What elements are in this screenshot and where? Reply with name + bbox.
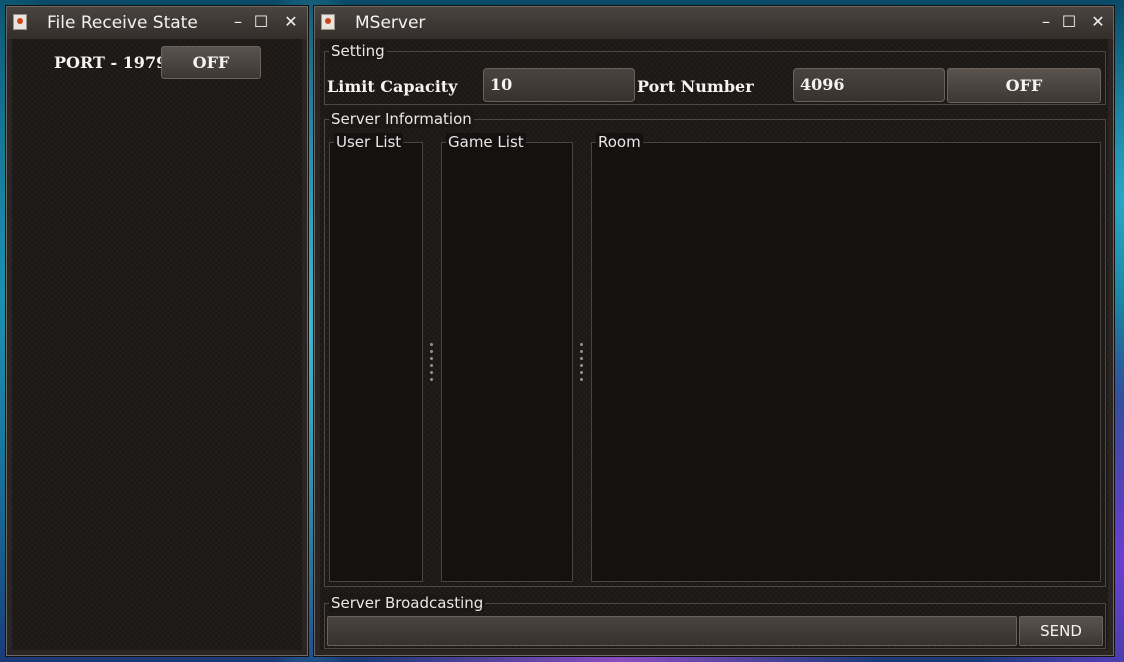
maximize-icon[interactable]: ☐	[1060, 12, 1078, 32]
port-label: PORT - 1979	[54, 53, 168, 72]
server-broadcasting-legend: Server Broadcasting	[329, 594, 486, 612]
game-list-label: Game List	[446, 133, 526, 151]
java-app-icon	[13, 14, 27, 30]
mserver-titlebar[interactable]: MServer – ☐ ✕	[315, 7, 1113, 39]
file-receive-titlebar[interactable]: File Receive State – ☐ ✕	[7, 7, 307, 39]
maximize-icon[interactable]: ☐	[252, 12, 270, 32]
port-number-input[interactable]: 4096	[793, 68, 945, 102]
user-list-label: User List	[334, 133, 404, 151]
close-icon[interactable]: ✕	[1089, 12, 1107, 32]
close-icon[interactable]: ✕	[282, 12, 300, 32]
mserver-window: MServer – ☐ ✕ Setting Limit Capacity 10 …	[314, 6, 1114, 656]
file-receive-client: PORT - 1979 OFF	[12, 39, 302, 650]
window-title: File Receive State	[47, 13, 198, 33]
limit-capacity-input[interactable]: 10	[483, 68, 635, 102]
send-button[interactable]: SEND	[1019, 616, 1103, 646]
room-panel[interactable]: Room	[591, 133, 1101, 582]
splitter-handle[interactable]	[577, 142, 585, 582]
server-information-group: Server Information User List Game List R…	[324, 110, 1106, 587]
minimize-icon[interactable]: –	[229, 12, 247, 32]
server-toggle-button[interactable]: OFF	[947, 68, 1101, 103]
port-number-label: Port Number	[637, 77, 754, 96]
setting-group: Setting Limit Capacity 10 Port Number 40…	[324, 42, 1106, 105]
file-receive-window: File Receive State – ☐ ✕ PORT - 1979 OFF	[6, 6, 308, 656]
room-label: Room	[596, 133, 643, 151]
limit-capacity-label: Limit Capacity	[327, 77, 458, 96]
user-list-panel[interactable]: User List	[329, 133, 423, 582]
minimize-icon[interactable]: –	[1037, 12, 1055, 32]
game-list-panel[interactable]: Game List	[441, 133, 573, 582]
broadcast-input[interactable]	[327, 616, 1017, 646]
server-broadcasting-group: Server Broadcasting SEND	[324, 594, 1106, 649]
file-receive-toggle-button[interactable]: OFF	[161, 46, 261, 79]
setting-legend: Setting	[329, 42, 387, 60]
splitter-handle[interactable]	[427, 142, 435, 582]
mserver-client: Setting Limit Capacity 10 Port Number 40…	[320, 39, 1108, 650]
server-information-legend: Server Information	[329, 110, 474, 128]
window-title: MServer	[355, 13, 426, 33]
java-app-icon	[321, 14, 335, 30]
